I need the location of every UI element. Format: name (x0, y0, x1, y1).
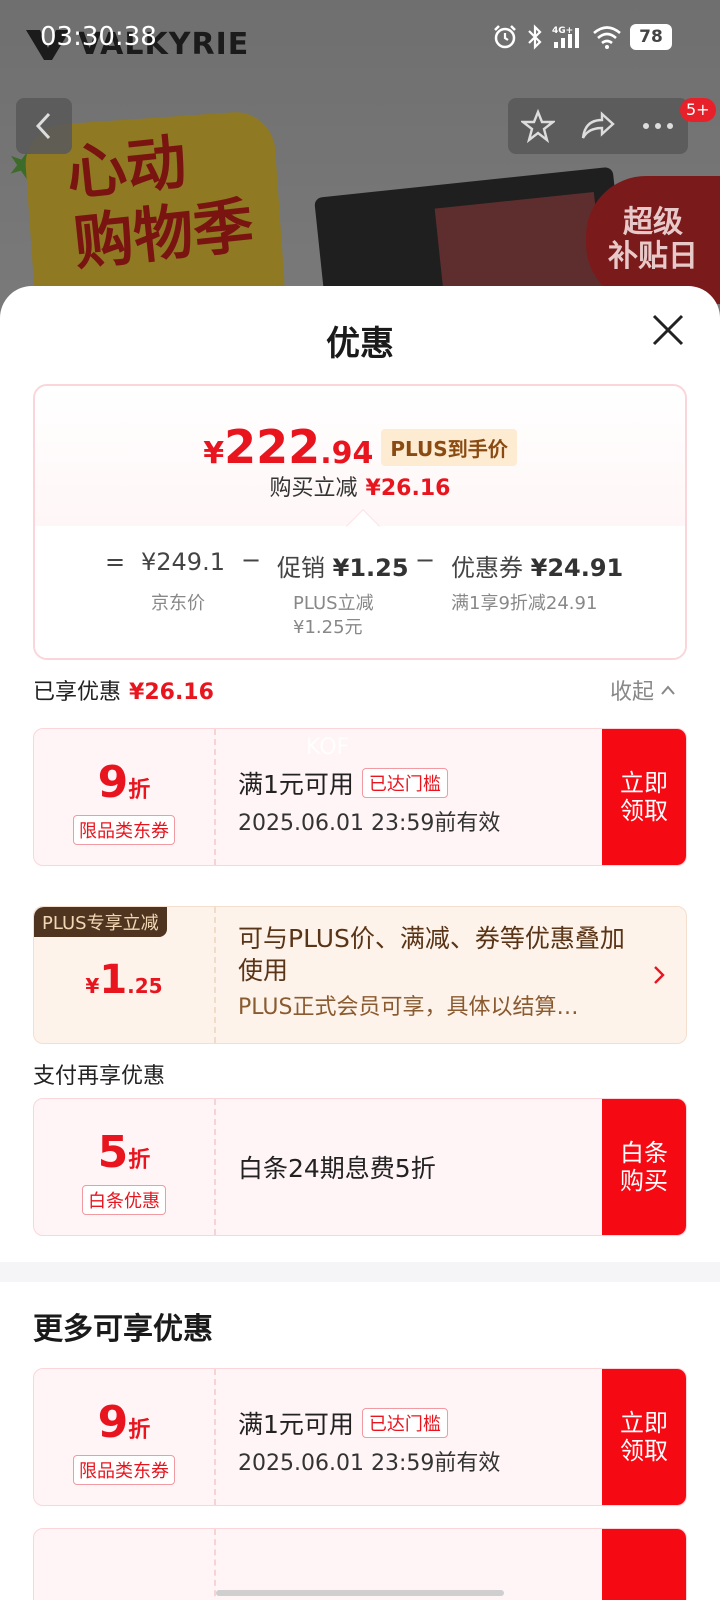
message-count-badge: 5+ (680, 98, 716, 122)
chevron-left-icon (35, 112, 51, 140)
watermark-text: KOF (306, 735, 350, 760)
more-discounts-header: 更多可享优惠 (33, 1312, 213, 1347)
top-action-group (508, 98, 688, 154)
status-icons: 4G+ 78 (492, 24, 672, 50)
equals-sign: = (105, 548, 126, 576)
coupon-condition: 满1元可用 (238, 770, 354, 799)
star-favorite-icon[interactable] (520, 109, 555, 143)
threshold-reached-tag: 已达门槛 (361, 768, 448, 798)
minus-sign: − (415, 546, 436, 574)
coupon-desc: 满1享9折减24.91 (451, 593, 598, 614)
plus-exclusive-label: PLUS专享立减 (34, 907, 167, 937)
plus-member-note: PLUS正式会员可享，具体以结算… (238, 995, 579, 1020)
price-summary-box: ¥222.94 PLUS到手价 购买立减 ¥26.16 = ¥249.1 − 促销… (33, 384, 687, 660)
plus-reduction-amount: ¥1.25 (85, 957, 163, 1003)
bluetooth-icon (528, 24, 542, 50)
claim-coupon-button[interactable]: 立即 领取 (602, 1369, 686, 1505)
plus-exclusive-card[interactable]: PLUS专享立减 ¥1.25 可与PLUS价、满减、券等优惠叠加使用 PLUS正… (33, 906, 687, 1044)
coupon-validity: 2025.06.01 23:59前有效 (238, 1451, 501, 1476)
coupon-condition: 满1元可用 (238, 1410, 354, 1439)
more-options-icon[interactable] (641, 121, 675, 131)
claim-coupon-button[interactable] (602, 1529, 686, 1600)
collapse-toggle[interactable]: 收起 (610, 674, 676, 706)
coupon-discount: 5折 (97, 1127, 151, 1178)
super-subsidy-badge: 超级 补贴日 (586, 176, 720, 304)
baitiao-buy-button[interactable]: 白条 购买 (602, 1099, 686, 1235)
threshold-reached-tag: 已达门槛 (361, 1408, 448, 1438)
minus-sign: − (241, 546, 262, 574)
coupon-type-tag: 限品类东券 (73, 1455, 175, 1485)
battery-indicator: 78 (630, 24, 672, 50)
chevron-up-icon (661, 685, 675, 695)
discount-sheet: 优惠 ¥222.94 PLUS到手价 购买立减 ¥26.16 = ¥249.1 −… (0, 286, 720, 1600)
jd-price-label: 京东价 (151, 593, 205, 614)
back-button[interactable] (16, 98, 72, 154)
coupon-item: 优惠券 ¥24.91 (451, 554, 624, 582)
cellular-signal-icon: 4G+ (552, 26, 579, 48)
promo-banner-text: 心动 购物季 (63, 127, 257, 280)
coupon-type-tag: 限品类东券 (73, 815, 175, 845)
coupon-discount: 9折 (97, 1397, 151, 1448)
promo-item: 促销 ¥1.25 (277, 554, 409, 582)
plus-stack-description: 可与PLUS价、满减、券等优惠叠加使用 (238, 924, 625, 985)
jd-price-value: ¥249.1 (141, 548, 225, 576)
home-indicator[interactable] (216, 1590, 504, 1596)
baitiao-interest-offer: 白条24期息费5折 (238, 1154, 436, 1183)
share-icon[interactable] (580, 110, 616, 142)
plus-price-tag: PLUS到手价 (381, 428, 517, 466)
pay-discount-header: 支付再享优惠 (33, 1064, 166, 1089)
status-bar: 03:30:38 4G+ 78 (0, 0, 720, 80)
baitiao-coupon-card: 5折 白条优惠 白条24期息费5折 白条 购买 (33, 1098, 687, 1236)
coupon-card: 9折 限品类东券 满1元可用 已达门槛 2025.06.01 23:59前有效 立… (33, 1368, 687, 1506)
coupon-validity: 2025.06.01 23:59前有效 (238, 811, 501, 836)
sheet-title: 优惠 (326, 324, 394, 364)
close-icon[interactable] (648, 310, 688, 350)
wifi-icon (593, 26, 621, 49)
chevron-right-icon (654, 966, 665, 984)
coupon-type-tag: 白条优惠 (82, 1185, 166, 1215)
coupon-discount: 9折 (97, 757, 151, 808)
promo-desc: PLUS立减 ¥1.25元 (293, 593, 374, 638)
purchase-reduction: 购买立减 ¥26.16 (269, 476, 451, 501)
coupon-card: 9折 限品类东券 KOF 满1元可用 已达门槛 2025.06.01 23:59前… (33, 728, 687, 866)
enjoyed-discount-header: 已享优惠 ¥26.16 (33, 680, 214, 705)
claim-coupon-button[interactable]: 立即 领取 (602, 729, 686, 865)
alarm-icon (494, 25, 516, 49)
status-time: 03:30:38 (40, 22, 157, 52)
final-price: ¥222.94 (203, 420, 374, 474)
